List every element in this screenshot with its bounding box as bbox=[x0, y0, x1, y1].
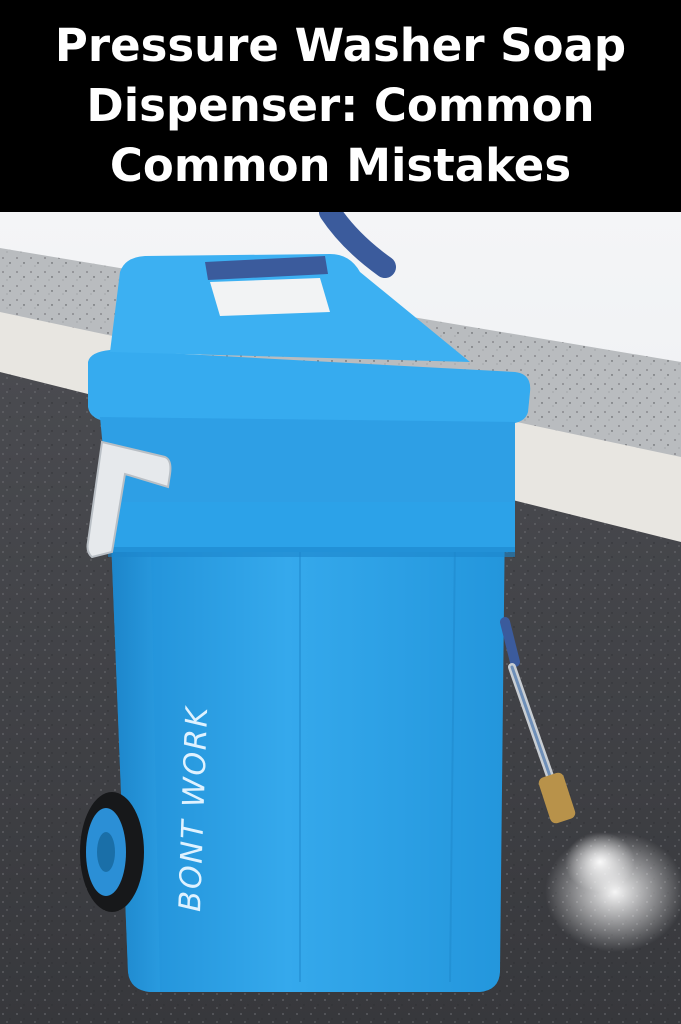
handle-opening bbox=[210, 278, 330, 316]
bin-brand-label: BONT WORK bbox=[173, 705, 215, 913]
product-photo: BONT WORK bbox=[0, 212, 681, 1024]
title-banner: Pressure Washer Soap Dispenser: Common C… bbox=[0, 0, 681, 212]
page-title: Pressure Washer Soap Dispenser: Common C… bbox=[54, 19, 627, 192]
page: Pressure Washer Soap Dispenser: Common C… bbox=[0, 0, 681, 1024]
